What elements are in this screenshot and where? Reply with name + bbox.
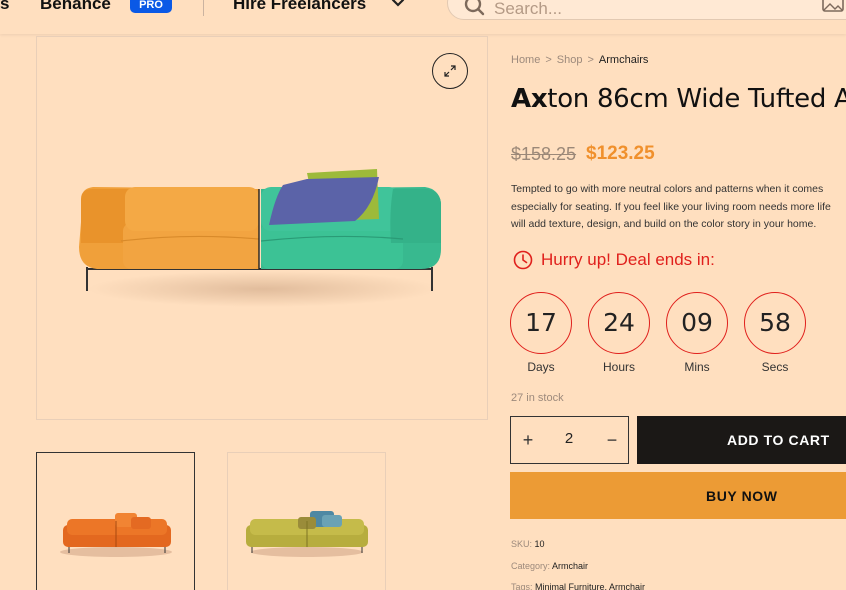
countdown-secs-label: Secs: [761, 360, 789, 374]
description-line: will add texture, design, and build on t…: [511, 218, 817, 230]
original-price: $158.25: [511, 144, 577, 164]
category-link[interactable]: Armchair: [552, 561, 588, 571]
add-to-cart-button[interactable]: ADD TO CART: [637, 416, 846, 464]
sku-label: SKU:: [511, 539, 533, 549]
countdown-mins: 09: [666, 292, 728, 354]
breadcrumb-separator: >: [545, 54, 552, 66]
sku-value: 10: [534, 539, 545, 549]
quantity-stepper: + −: [510, 416, 629, 464]
product-title-bold: Ax: [511, 84, 548, 114]
chevron-down-icon[interactable]: [391, 0, 405, 8]
sale-price: $123.25: [586, 143, 655, 164]
main-product-image[interactable]: [36, 36, 488, 420]
countdown-days-label: Days: [527, 360, 555, 374]
thumbnail-olive-sofa[interactable]: [227, 452, 386, 590]
buy-now-button[interactable]: BUY NOW: [510, 472, 846, 519]
search-input[interactable]: [494, 0, 794, 19]
deal-label: Hurry up! Deal ends in:: [541, 250, 715, 269]
product-description: Tempted to go with more neutral colors a…: [511, 181, 846, 234]
pro-badge: PRO: [130, 0, 172, 13]
description-line: especially for seating. If you feel like…: [511, 200, 831, 213]
sofa-image: [79, 169, 441, 307]
quantity-input[interactable]: [551, 430, 587, 447]
stock-status: 27 in stock: [511, 392, 564, 404]
clock-icon: [513, 250, 533, 270]
breadcrumb-separator: >: [587, 54, 594, 66]
countdown-days: 17: [510, 292, 572, 354]
thumbnail-image: [246, 511, 368, 557]
breadcrumb: Home > Shop > Armchairs: [511, 54, 648, 66]
product-title-rest: ton 86cm Wide Tufted A: [547, 84, 846, 114]
countdown-hours: 24: [588, 292, 650, 354]
thumbnail-orange-sofa[interactable]: [36, 452, 195, 590]
image-search-icon[interactable]: [822, 0, 844, 15]
sku-row: SKU: 10: [511, 539, 545, 549]
tags-label: Tags:: [511, 582, 533, 590]
deal-countdown-heading: Hurry up! Deal ends in:: [513, 250, 715, 270]
tags-links[interactable]: Minimal Furniture, Armchair: [535, 582, 645, 590]
product-title: Axton 86cm Wide Tufted A: [511, 84, 846, 114]
search-bar[interactable]: [447, 0, 846, 20]
nav-item-hire-freelancers[interactable]: Hire Freelancers: [233, 0, 366, 14]
category-label: Category:: [511, 561, 551, 571]
breadcrumb-current: Armchairs: [598, 54, 649, 66]
description-line: Tempted to go with more neutral colors a…: [511, 183, 824, 195]
category-row: Category: Armchair: [511, 561, 588, 571]
countdown-secs: 58: [744, 292, 806, 354]
nav-divider: [203, 0, 204, 16]
thumbnail-image: [60, 513, 172, 557]
top-navigation: s Behance PRO Hire Freelancers: [0, 0, 846, 34]
breadcrumb-shop[interactable]: Shop: [557, 54, 583, 66]
quantity-increase-button[interactable]: +: [516, 428, 540, 452]
quantity-decrease-button[interactable]: −: [600, 428, 624, 452]
nav-item-behance[interactable]: Behance: [40, 0, 111, 14]
tags-row: Tags: Minimal Furniture, Armchair: [511, 582, 645, 590]
countdown-mins-label: Mins: [684, 360, 710, 374]
nav-item-partial[interactable]: s: [0, 0, 9, 14]
countdown-hours-label: Hours: [602, 360, 635, 374]
breadcrumb-home[interactable]: Home: [511, 54, 540, 66]
search-icon: [464, 0, 485, 16]
